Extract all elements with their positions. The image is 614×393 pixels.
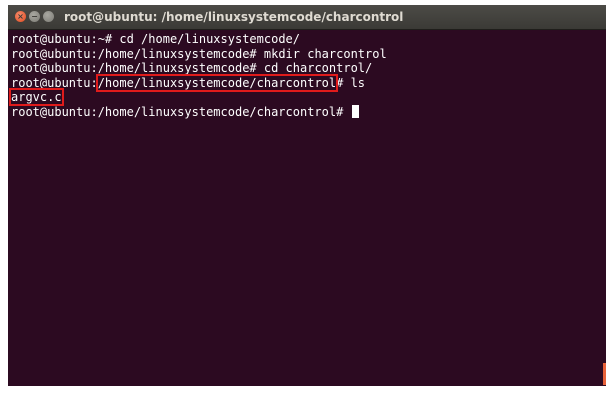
command: cd charcontrol/: [263, 61, 373, 75]
terminal-line: root@ubuntu:~# cd /home/linuxsystemcode/: [11, 32, 387, 47]
close-icon[interactable]: ×: [15, 11, 26, 22]
terminal-line: root@ubuntu:/home/linuxsystemcode/charco…: [11, 104, 387, 120]
prompt-end: #: [336, 75, 351, 90]
prompt: root@ubuntu:/home/linuxsystemcode#: [11, 46, 264, 61]
terminal-output[interactable]: root@ubuntu:~# cd /home/linuxsystemcode/…: [9, 32, 387, 120]
terminal-line: argvc.c: [9, 88, 387, 106]
title-bar[interactable]: × − root@ubuntu: /home/linuxsystemcode/c…: [8, 5, 606, 30]
terminal-line: root@ubuntu:/home/linuxsystemcode/charco…: [11, 73, 387, 92]
highlighted-path: /home/linuxsystemcode/charcontrol: [95, 73, 339, 92]
window-edge-marker: [603, 363, 606, 385]
command: ls: [350, 75, 366, 90]
prompt-user: root@ubuntu:: [11, 75, 98, 90]
prompt: root@ubuntu:/home/linuxsystemcode#: [11, 61, 264, 75]
maximize-icon[interactable]: [43, 11, 54, 22]
prompt: root@ubuntu:~#: [11, 32, 120, 46]
prompt: root@ubuntu:/home/linuxsystemcode/charco…: [11, 104, 351, 119]
terminal-line: root@ubuntu:/home/linuxsystemcode# cd ch…: [11, 61, 387, 76]
text-cursor: [351, 104, 359, 118]
window-title: root@ubuntu: /home/linuxsystemcode/charc…: [64, 10, 404, 24]
terminal-window: × − root@ubuntu: /home/linuxsystemcode/c…: [8, 5, 606, 386]
command: cd /home/linuxsystemcode/: [119, 32, 300, 46]
command: mkdir charcontrol: [263, 46, 387, 61]
highlighted-file-output: argvc.c: [9, 88, 64, 106]
minimize-icon[interactable]: −: [29, 11, 40, 22]
terminal-line: root@ubuntu:/home/linuxsystemcode# mkdir…: [11, 47, 387, 62]
